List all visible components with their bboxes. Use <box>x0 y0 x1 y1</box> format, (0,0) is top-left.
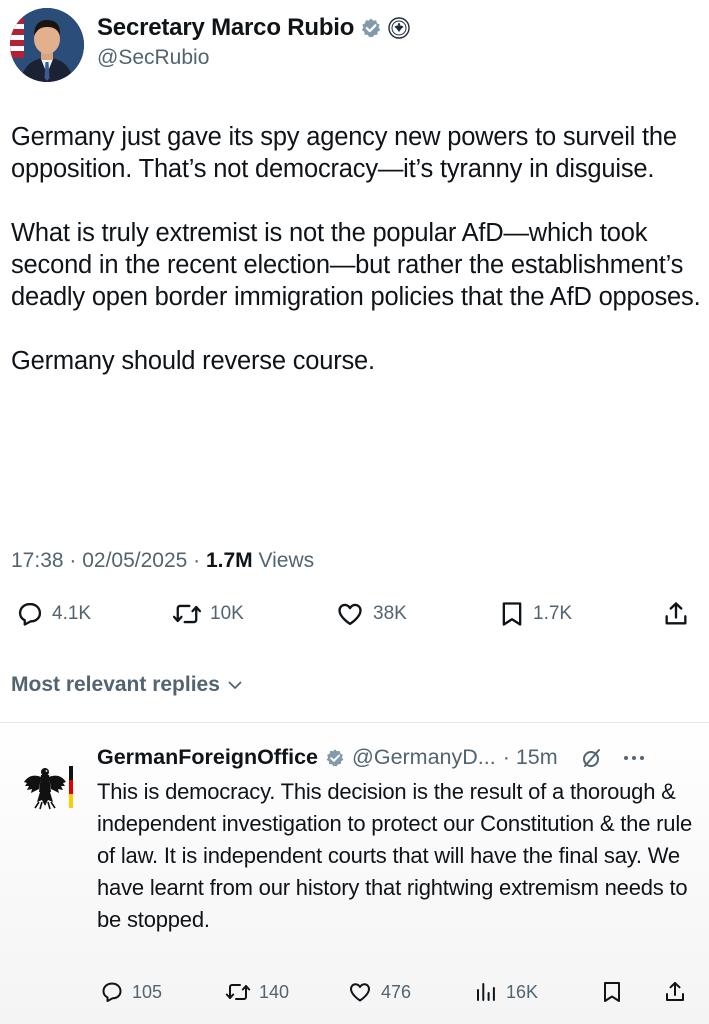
views-count: 1.7M <box>205 549 253 572</box>
repost-count: 10K <box>210 603 244 624</box>
bar-chart-icon <box>477 983 495 1001</box>
speech-bubble-icon <box>102 982 122 1002</box>
reply-repost-button[interactable]: 140 <box>225 980 289 1004</box>
heart-icon <box>350 983 370 1002</box>
share-upload-icon <box>665 602 687 625</box>
bookmark-count: 1.7K <box>533 603 573 624</box>
reply-display-name[interactable]: GermanForeignOffice <box>97 745 318 770</box>
reply-button[interactable]: 4.1K <box>16 600 91 628</box>
reply-like-button[interactable]: 476 <box>347 980 411 1004</box>
reply-share-button[interactable] <box>663 980 687 1004</box>
tweet-paragraph: Germany just gave its spy agency new pow… <box>11 123 677 183</box>
tweet-action-bar: 4.1K 10K 38K 1.7K <box>0 600 709 640</box>
author-display-name[interactable]: Secretary Marco Rubio <box>97 14 410 42</box>
verified-badge-icon <box>362 18 381 38</box>
like-button[interactable]: 38K <box>335 600 407 628</box>
more-dots-icon[interactable] <box>620 746 648 770</box>
reply-avatar[interactable] <box>22 762 76 816</box>
section-divider <box>0 722 709 723</box>
reply-time[interactable]: · 15m <box>503 745 558 770</box>
reply-reply-count: 105 <box>132 981 163 1002</box>
like-count: 38K <box>373 603 407 624</box>
reply-reply-button[interactable]: 105 <box>100 980 162 1004</box>
author-name-text: Secretary Marco Rubio <box>97 14 355 41</box>
tweet-paragraph: Germany should reverse course. <box>11 347 375 375</box>
reply-views-count: 16K <box>506 981 539 1002</box>
government-seal-icon <box>388 17 410 39</box>
tweet-page: Secretary Marco Rubio @SecRubio Germany … <box>0 0 709 1024</box>
chevron-down-icon <box>228 681 242 689</box>
views-label: Views <box>252 549 315 572</box>
reply-repost-count: 140 <box>259 981 290 1002</box>
reply-like-count: 476 <box>381 981 412 1002</box>
reply-views-button[interactable]: 16K <box>474 980 538 1004</box>
repost-arrows-icon <box>225 984 251 1000</box>
speech-bubble-icon <box>18 603 42 626</box>
share-upload-icon <box>666 982 684 1001</box>
bookmark-icon <box>502 602 522 626</box>
repost-arrows-icon <box>172 604 202 624</box>
heart-icon <box>338 603 362 626</box>
reply-bookmark-button[interactable] <box>601 980 623 1004</box>
repost-button[interactable]: 10K <box>172 600 244 628</box>
grok-icon[interactable] <box>579 746 605 770</box>
replies-sort-dropdown[interactable]: Most relevant replies <box>11 673 244 697</box>
replies-sort-label: Most relevant replies <box>11 673 220 696</box>
bookmark-icon <box>604 982 620 1002</box>
reply-text: This is democracy. This decision is the … <box>97 779 693 932</box>
author-avatar[interactable] <box>10 8 84 82</box>
tweet-paragraph: What is truly extremist is not the popul… <box>11 219 701 311</box>
bookmark-button[interactable]: 1.7K <box>499 600 572 628</box>
reply-handle[interactable]: @GermanyD... <box>352 745 496 770</box>
reply-count: 4.1K <box>52 603 92 624</box>
reply-action-bar: 105 140 476 16K <box>0 980 709 1014</box>
tweet-timestamp[interactable]: 17:38 · 02/05/2025 · <box>11 549 206 572</box>
share-button[interactable] <box>662 600 690 628</box>
reply-header: GermanForeignOffice @GermanyD... · 15m <box>97 745 648 770</box>
author-handle[interactable]: @SecRubio <box>97 46 209 70</box>
tweet-meta: 17:38 · 02/05/2025 · 1.7M Views <box>11 549 314 573</box>
tweet-text: Germany just gave its spy agency new pow… <box>11 121 701 377</box>
verified-badge-icon <box>326 748 344 767</box>
